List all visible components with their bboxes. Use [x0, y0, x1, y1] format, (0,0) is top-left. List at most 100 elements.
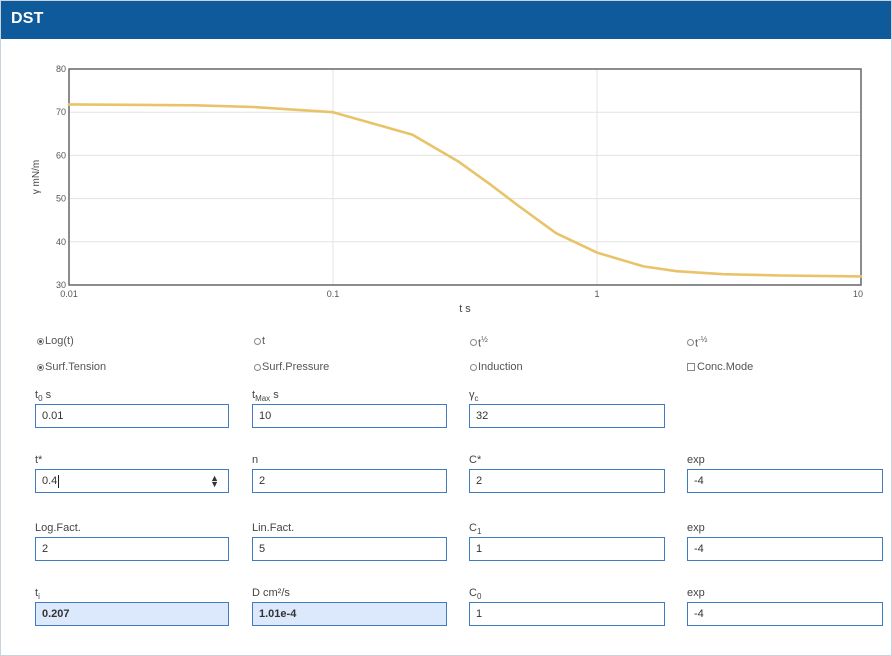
y-tick-label: 70 [56, 107, 66, 117]
surface-tension-chart: 30 40 50 60 70 80 0.01 0.1 1 10 t sγ mN/m [1, 55, 892, 321]
series-point [68, 103, 70, 106]
log-fact-label: Log.Fact. [35, 522, 81, 534]
dst-panel: DST 30 40 50 60 70 80 0.01 0.1 1 10 t sγ mN/m Log(… [0, 0, 892, 656]
tmax-input[interactable]: 10 [252, 404, 447, 428]
t0-value: 0.01 [42, 410, 64, 422]
option-surf-tension[interactable]: Surf.Tension [37, 361, 106, 373]
lin-fact-label: Lin.Fact. [252, 522, 295, 534]
ti-label-sub: i [38, 592, 40, 602]
option-surf-tension-label: Surf.Tension [45, 361, 107, 373]
d-value: 1.01e-4 [259, 608, 297, 620]
exp1-input[interactable]: -4 [687, 469, 883, 493]
lin-fact-input[interactable]: 5 [252, 537, 447, 561]
c1-value: 1 [476, 543, 483, 555]
n-input[interactable]: 2 [252, 469, 447, 493]
option-t-half[interactable]: t½ [470, 335, 488, 350]
option-t-half-label: t½ [478, 335, 488, 350]
exp1-value: -4 [694, 475, 704, 487]
c1-label-sub: 1 [476, 527, 482, 537]
t-star-input[interactable]: 0.4 ▲ ▼ [35, 469, 229, 493]
exp2-label: exp [687, 522, 705, 534]
lin-fact-value: 5 [259, 543, 266, 555]
series-point [722, 273, 724, 275]
series-point [516, 204, 519, 206]
x-tick-label: 0.1 [327, 289, 340, 299]
c0-input[interactable]: 1 [469, 602, 665, 626]
c1-label-base: C [469, 522, 477, 534]
c-star-value: 2 [476, 475, 483, 487]
t-star-value: 0.4 [42, 475, 58, 487]
exp2-value: -4 [694, 543, 704, 555]
series-point [458, 161, 460, 163]
c-star-input[interactable]: 2 [469, 469, 665, 493]
option-induction[interactable]: Induction [470, 361, 523, 373]
t0-label: t0 s [35, 389, 51, 403]
spinner-arrows-icon[interactable]: ▲ ▼ [210, 474, 219, 489]
exp3-value: -4 [694, 608, 704, 620]
y-tick-label: 80 [56, 64, 66, 74]
gamma-c-label-sub: c [474, 394, 479, 404]
t-star-label: t* [35, 454, 43, 466]
gamma-c-label: γc [469, 389, 479, 403]
plot-area [69, 69, 861, 285]
radio-icon[interactable] [687, 338, 694, 346]
n-value: 2 [259, 475, 266, 487]
radio-icon[interactable] [254, 337, 261, 345]
c0-label: C0 [469, 587, 481, 601]
option-t[interactable]: t [254, 335, 265, 347]
tmax-label-unit: s [270, 389, 279, 401]
gamma-c-input[interactable]: 32 [469, 404, 665, 428]
x-tick-label: 10 [853, 289, 863, 299]
exp2-input[interactable]: -4 [687, 537, 883, 561]
c0-label-sub: 0 [476, 592, 482, 602]
option-t-minus-half-label: t-½ [695, 335, 707, 350]
t0-label-unit: s [42, 389, 52, 401]
series-point [675, 270, 678, 272]
window-title: DST [11, 10, 44, 27]
tmax-label-sub: Max [255, 394, 271, 404]
ti-label: ti [35, 587, 40, 601]
x-tick-label: 0.01 [60, 289, 78, 299]
option-conc-mode-label: Conc.Mode [697, 361, 754, 373]
log-fact-value: 2 [42, 543, 49, 555]
chart-svg: 3040506070800.01 0.1 1 10t sγ mN/m [31, 64, 863, 315]
t0-input[interactable]: 0.01 [35, 404, 229, 428]
series-point [332, 111, 334, 113]
radio-icon[interactable] [470, 363, 477, 371]
series-point [555, 232, 557, 234]
option-surf-pressure-label: Surf.Pressure [262, 361, 330, 373]
radio-icon-checked[interactable] [37, 363, 44, 371]
radio-icon[interactable] [470, 338, 477, 346]
d-label: D cm²/s [252, 587, 290, 599]
series-point [780, 274, 783, 277]
radio-icon[interactable] [254, 363, 261, 371]
checkbox-icon[interactable] [687, 363, 695, 371]
n-label: n [252, 454, 259, 466]
series-point [252, 106, 255, 108]
option-induction-label: Induction [478, 361, 523, 373]
option-surf-pressure[interactable]: Surf.Pressure [254, 361, 329, 373]
c1-input[interactable]: 1 [469, 537, 665, 561]
option-t-minus-half-exp: -½ [698, 335, 708, 344]
y-tick-label: 60 [56, 150, 66, 160]
series-point [642, 265, 645, 268]
series-point [194, 104, 196, 106]
exp3-input[interactable]: -4 [687, 602, 883, 626]
radio-icon-checked[interactable] [37, 337, 44, 345]
exp3-label: exp [687, 587, 705, 599]
option-t-label: t [262, 335, 266, 347]
option-log-t[interactable]: Log(t) [37, 335, 74, 347]
c0-value: 1 [476, 608, 483, 620]
series-point [411, 134, 414, 136]
x-tick-label: 1 [594, 289, 599, 299]
option-conc-mode[interactable]: Conc.Mode [687, 361, 753, 373]
option-t-minus-half[interactable]: t-½ [687, 335, 707, 350]
y-tick-label: 40 [56, 237, 66, 247]
log-fact-input[interactable]: 2 [35, 537, 229, 561]
c0-label-base: C [469, 587, 477, 599]
tmax-label: tMax s [252, 389, 279, 403]
series-point [596, 252, 598, 254]
gamma-c-value: 32 [476, 410, 489, 422]
tmax-value: 10 [259, 410, 272, 422]
option-log-t-label: Log(t) [45, 335, 74, 347]
